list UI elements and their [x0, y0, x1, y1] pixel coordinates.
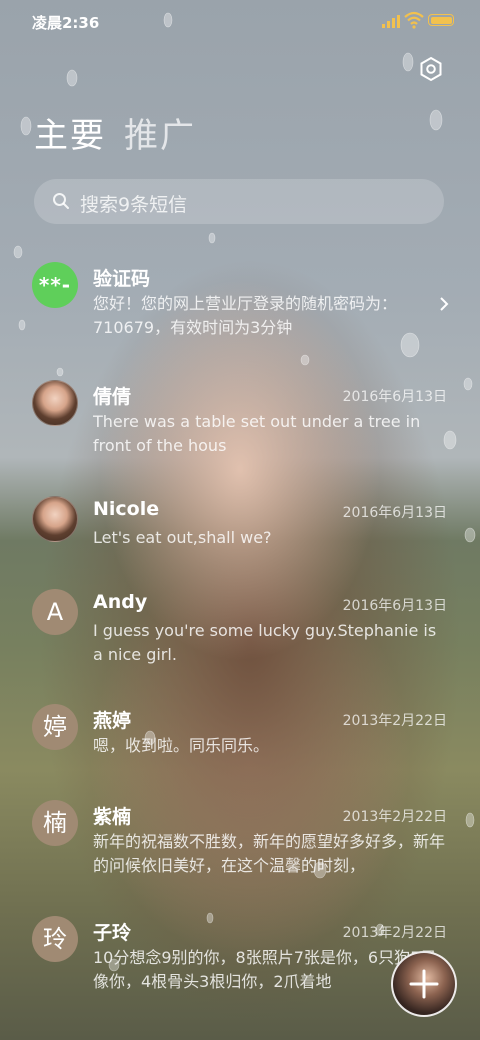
conversation-date: 2013年2月22日 — [342, 713, 447, 729]
status-time: 凌晨2:36 — [32, 14, 100, 32]
conversation-name: Nicole — [93, 498, 160, 520]
wifi-icon — [404, 11, 424, 29]
avatar: A — [32, 589, 78, 635]
conversation-item[interactable]: **- 验证码 您好！您的网上营业厅登录的随机密码为：710679，有效时间为3… — [0, 248, 480, 358]
conversation-name: 子玲 — [93, 922, 132, 944]
conversation-date: 2016年6月13日 — [342, 505, 447, 521]
conversation-item[interactable]: Nicole 2016年6月13日 Let's eat out,shall we… — [0, 494, 480, 564]
conversation-date: 2016年6月13日 — [342, 389, 447, 405]
conversation-preview: 您好！您的网上营业厅登录的随机密码为：710679，有效时间为3分钟 — [93, 294, 398, 337]
conversation-date: 2013年2月22日 — [342, 925, 447, 941]
search-icon — [53, 193, 69, 209]
conversation-name: 倩倩 — [93, 386, 132, 408]
conversation-preview: There was a table set out under a tree i… — [93, 412, 421, 455]
conversation-item[interactable]: 婷 燕婷 2013年2月22日 嗯，收到啦。同乐同乐。 — [0, 702, 480, 772]
conversation-date: 2013年2月22日 — [342, 809, 447, 825]
avatar — [32, 496, 78, 542]
chevron-right-icon[interactable] — [438, 295, 450, 313]
verification-avatar: **- — [32, 262, 78, 308]
compose-button[interactable] — [391, 951, 457, 1017]
search-placeholder: 搜索9条短信 — [80, 194, 188, 216]
status-bar: 凌晨2:36 — [0, 0, 480, 44]
settings-icon[interactable] — [418, 56, 444, 82]
avatar — [32, 380, 78, 426]
conversation-name: Andy — [93, 591, 148, 613]
conversation-preview: 嗯，收到啦。同乐同乐。 — [93, 736, 270, 755]
conversation-preview: I guess you're some lucky guy.Stephanie … — [93, 621, 437, 664]
message-tabs: 主要 推广 — [34, 108, 196, 156]
search-bar[interactable]: 搜索9条短信 — [34, 179, 444, 224]
avatar: 婷 — [32, 704, 78, 750]
conversation-preview: 新年的祝福数不胜数，新年的愿望好多好多，新年的问候依旧美好，在这个温馨的时刻， — [93, 832, 446, 875]
conversation-name: 紫楠 — [93, 806, 132, 828]
signal-icon — [382, 14, 402, 28]
conversation-item[interactable]: 楠 紫楠 2013年2月22日 新年的祝福数不胜数，新年的愿望好多好多，新年的问… — [0, 798, 480, 898]
avatar: 楠 — [32, 800, 78, 846]
avatar: 玲 — [32, 916, 78, 962]
plus-icon — [409, 969, 439, 999]
tab-promotions[interactable]: 推广 — [124, 108, 196, 156]
conversation-date: 2016年6月13日 — [342, 598, 447, 614]
conversation-name: 燕婷 — [93, 710, 132, 732]
conversation-preview: Let's eat out,shall we? — [93, 528, 272, 547]
conversation-item[interactable]: A Andy 2016年6月13日 I guess you're some lu… — [0, 587, 480, 687]
battery-icon — [428, 14, 454, 26]
conversation-item[interactable]: 倩倩 2016年6月13日 There was a table set out … — [0, 378, 480, 478]
tab-primary[interactable]: 主要 — [34, 108, 106, 156]
conversation-name: 验证码 — [93, 268, 151, 290]
